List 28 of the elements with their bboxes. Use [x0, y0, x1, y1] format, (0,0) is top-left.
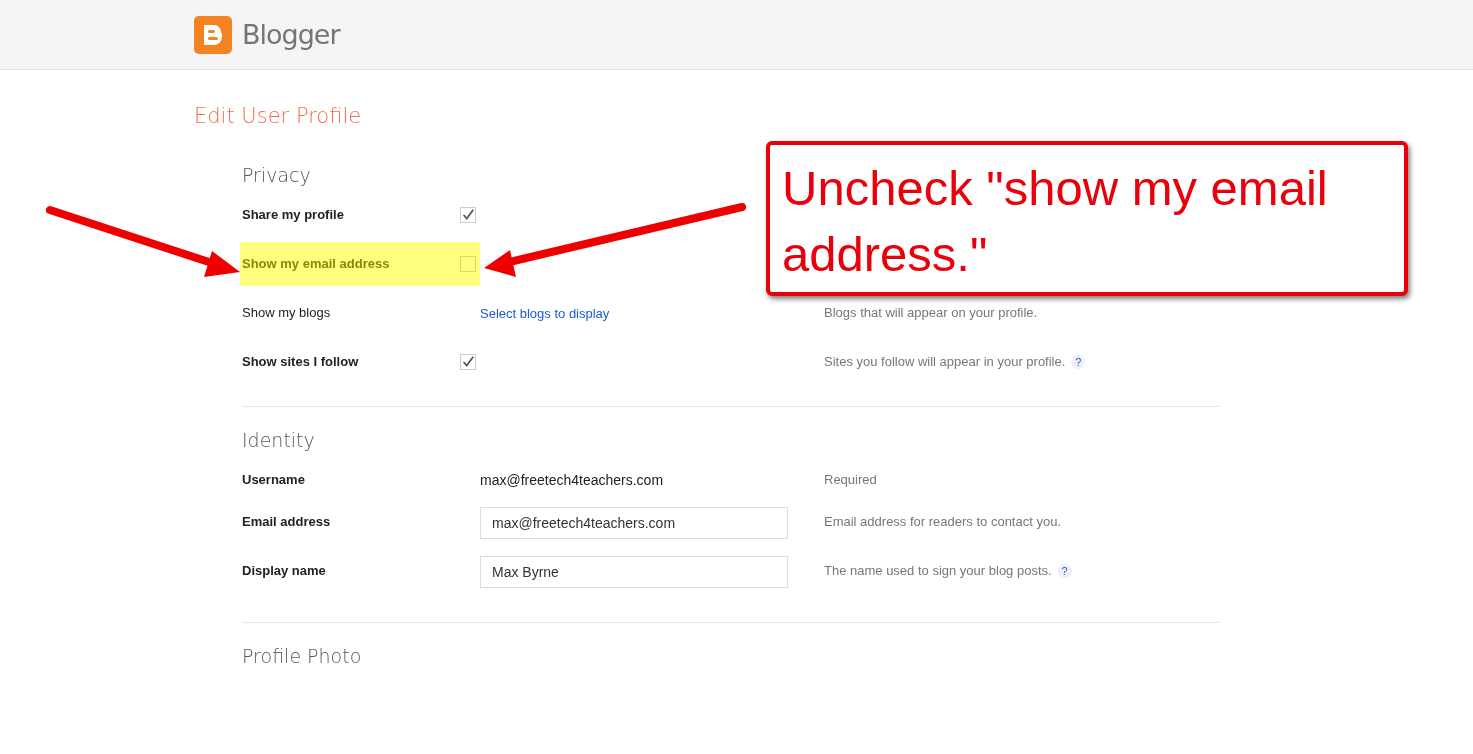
field-value: max@freetech4teachers.com: [480, 471, 664, 488]
checkbox[interactable]: [460, 206, 476, 223]
section-title: Identity: [242, 429, 315, 451]
help-icon[interactable]: ?: [1071, 354, 1086, 369]
select-blogs-link[interactable]: Select blogs to display: [480, 305, 610, 321]
field-label: Show my email address: [242, 256, 390, 271]
field-hint: Email address for readers to contact you.: [824, 514, 1061, 529]
field-hint: Sites you follow will appear in your profile.: [824, 354, 1066, 369]
brand-name: Blogger: [242, 19, 340, 50]
callout-text: Uncheck "show my email address.": [782, 161, 1328, 281]
field-label: Username: [242, 472, 305, 487]
field-label: Email address: [242, 514, 331, 529]
help-icon[interactable]: ?: [1057, 563, 1072, 578]
input-field[interactable]: Max Byrne: [480, 556, 788, 588]
input-field[interactable]: max@freetech4teachers.com: [480, 507, 788, 539]
page-title: Edit User Profile: [194, 104, 363, 130]
field-label: Show sites I follow: [242, 354, 359, 369]
field-label: Display name: [242, 563, 326, 578]
logo-icon: [194, 15, 232, 54]
field-label: Share my profile: [242, 207, 344, 222]
field-label: Show my blogs: [242, 305, 331, 320]
section-title: Privacy: [242, 164, 311, 186]
checkbox[interactable]: [460, 353, 476, 370]
field-hint: Required: [824, 472, 877, 487]
section-title: Profile Photo: [242, 645, 362, 667]
field-hint: The name used to sign your blog posts.: [824, 563, 1052, 578]
field-hint: Blogs that will appear on your profile.: [824, 305, 1038, 320]
checkbox[interactable]: [460, 255, 476, 272]
